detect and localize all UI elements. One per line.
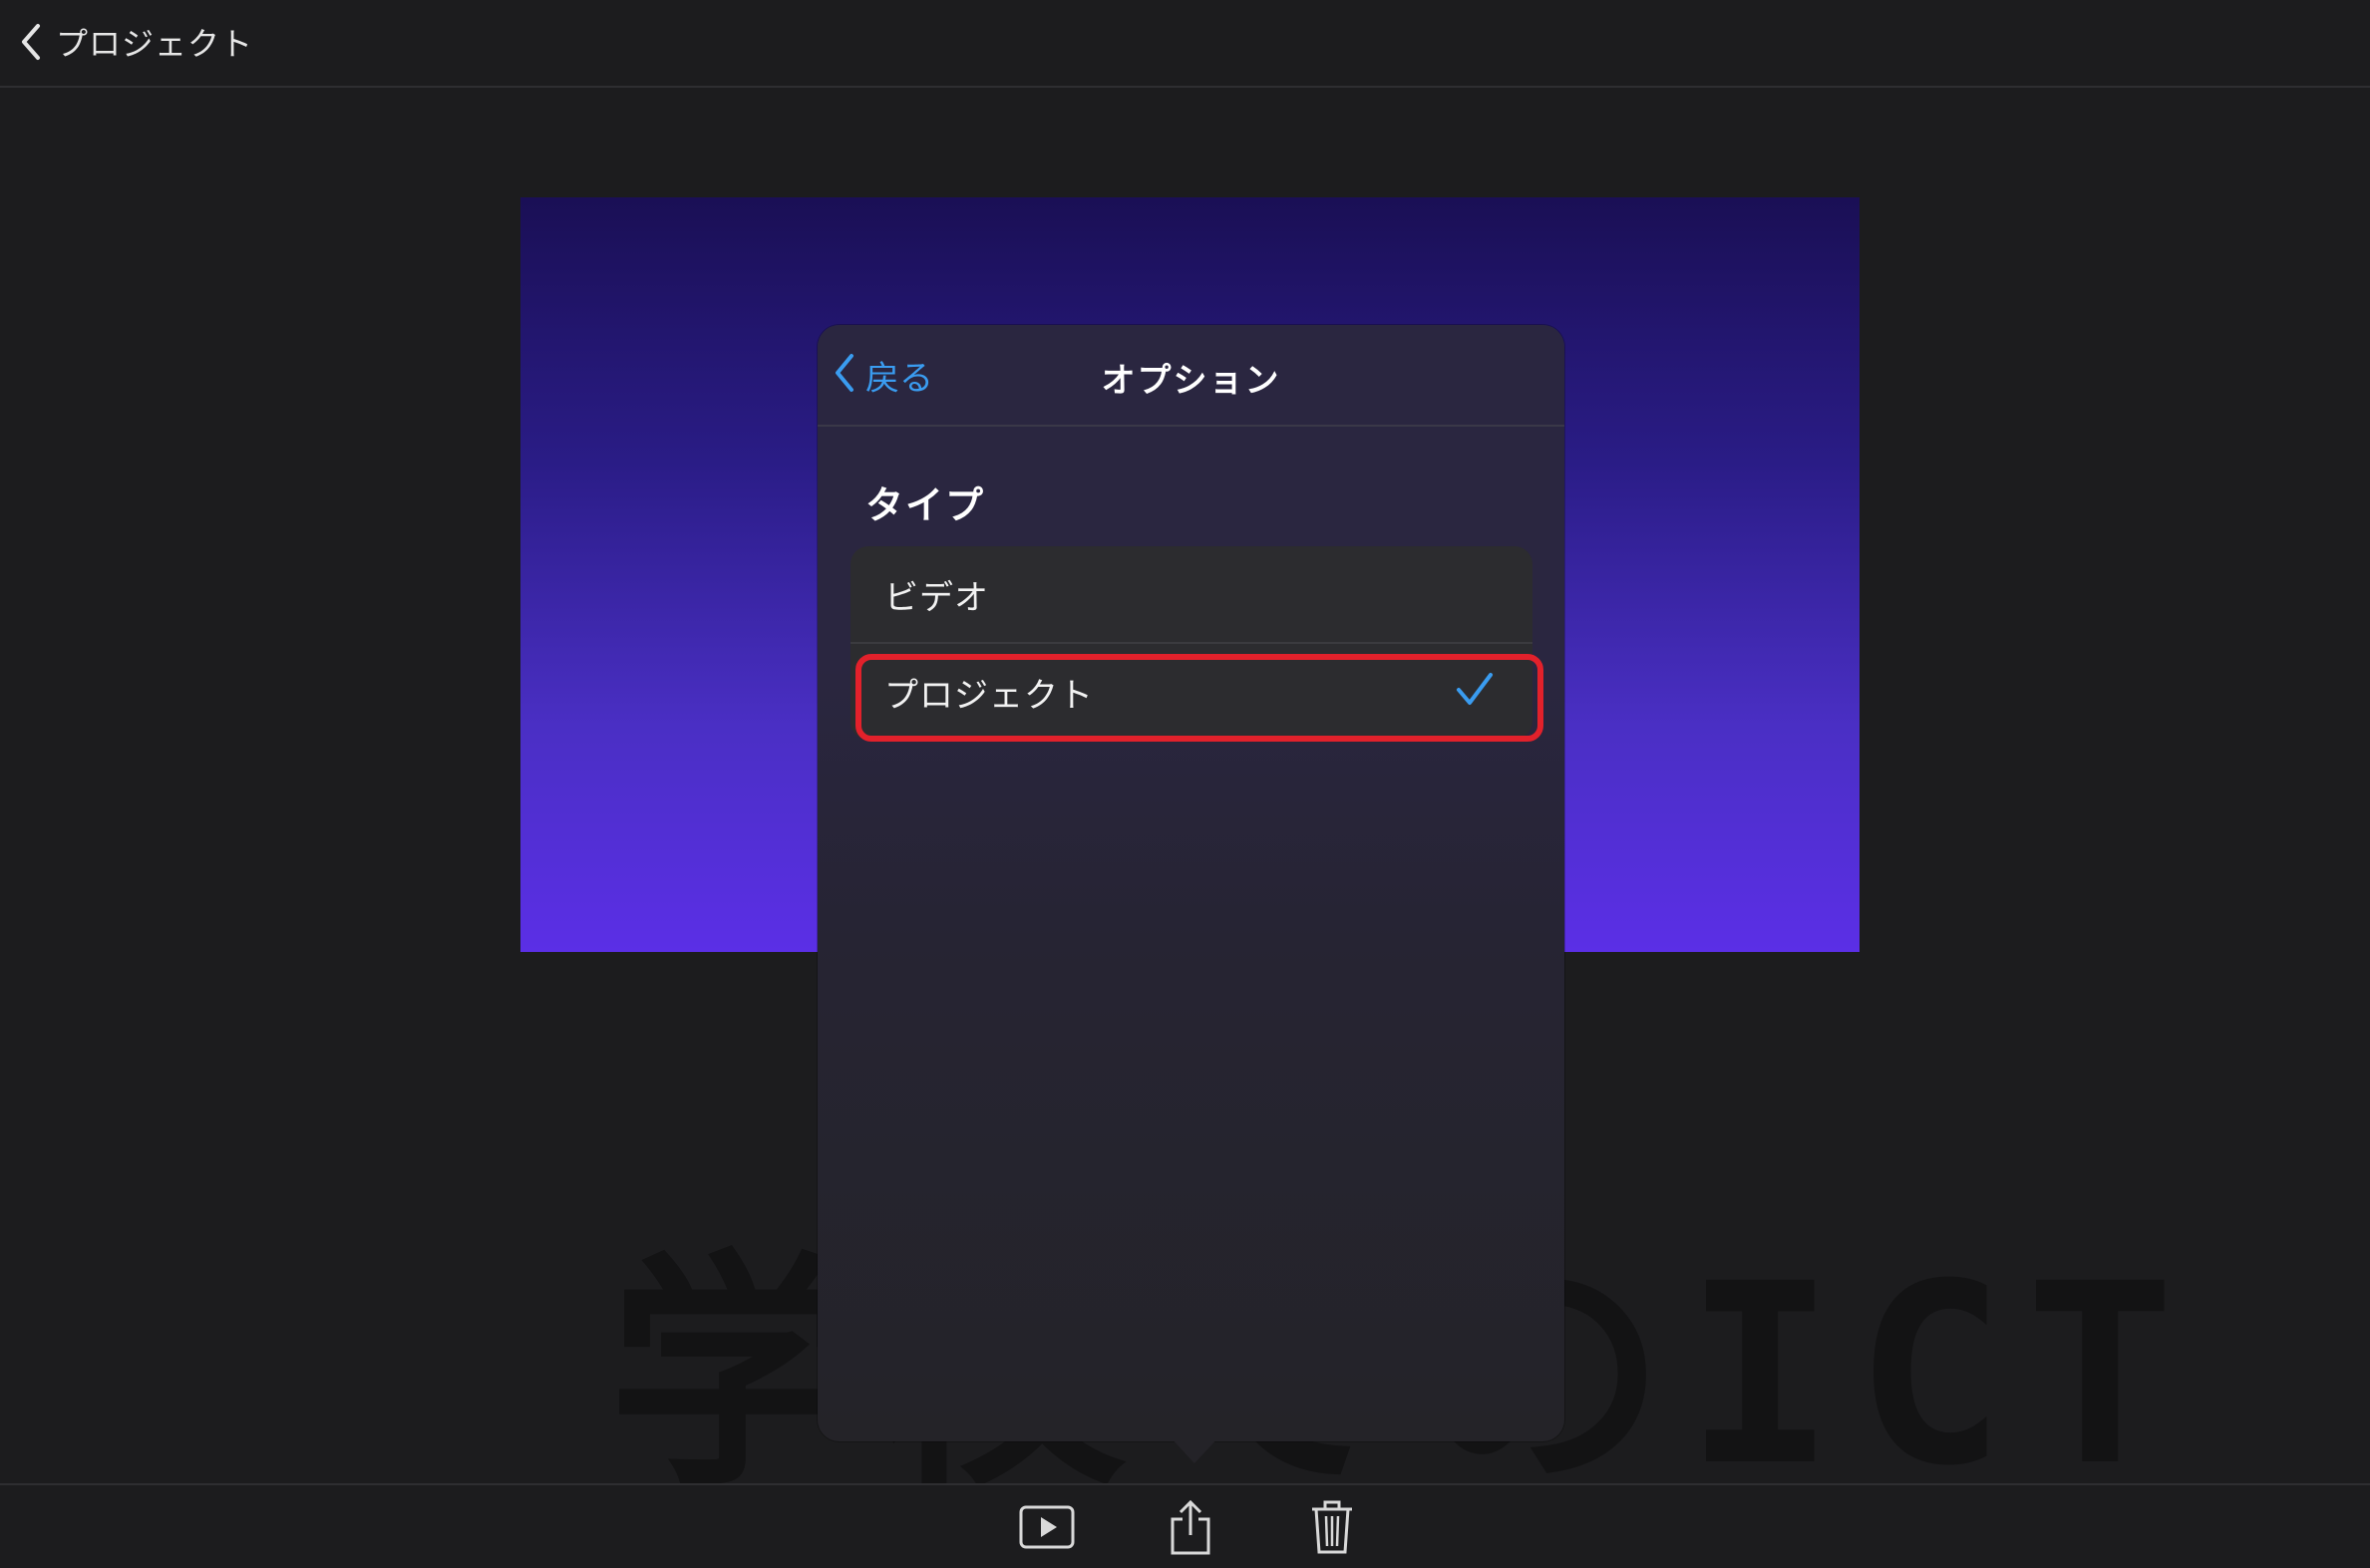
type-section-title: タイプ [865,483,986,527]
delete-button[interactable] [1302,1500,1362,1558]
trash-icon [1310,1500,1354,1558]
checkmark-icon [1455,670,1495,719]
popover-arrow [1169,1435,1220,1463]
option-label: プロジェクト [884,675,1094,716]
back-to-projects-button[interactable]: プロジェクト [20,16,253,68]
type-options-list: ビデオ プロジェクト [850,546,1532,740]
share-button[interactable] [1161,1499,1220,1559]
back-to-projects-label: プロジェクト [56,25,254,63]
popover-header: 戻る オプション [818,325,1564,427]
play-icon [1019,1505,1075,1553]
share-icon [1169,1499,1212,1559]
top-navigation-bar: プロジェクト [0,0,2370,88]
bottom-toolbar [0,1483,2370,1568]
option-label: ビデオ [884,577,989,618]
chevron-left-icon [20,23,42,61]
app-window: プロジェクト 学校でのICT 戻る オプション タイプ ビデオ プ [0,0,2370,1568]
play-button[interactable] [1017,1501,1077,1557]
option-video[interactable]: ビデオ [850,546,1532,642]
options-popover: 戻る オプション タイプ ビデオ プロジェクト [818,325,1564,1441]
option-project[interactable]: プロジェクト [850,642,1532,740]
popover-title: オプション [1101,361,1281,401]
